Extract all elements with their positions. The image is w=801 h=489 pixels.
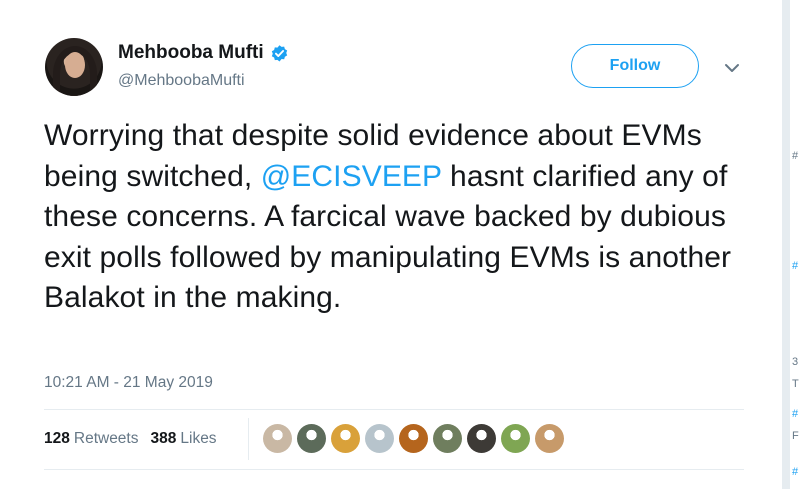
sidebar-fragment: F [792, 430, 799, 442]
retweets-stat[interactable]: 128 Retweets [44, 430, 139, 448]
tweet-card: Mehbooba Mufti @MehboobaMufti Follow Wor… [0, 0, 782, 489]
liker-avatar-5[interactable] [399, 424, 428, 453]
liker-avatar-4[interactable] [365, 424, 394, 453]
author-handle[interactable]: @MehboobaMufti [118, 72, 245, 90]
sidebar-fragment[interactable]: # [792, 150, 798, 162]
author-avatar[interactable] [45, 38, 103, 96]
divider-top [44, 409, 744, 410]
liker-avatar-1[interactable] [263, 424, 292, 453]
follow-button[interactable]: Follow [571, 44, 699, 88]
avatar-face [65, 52, 85, 78]
sidebar-fragment: 3 [792, 356, 799, 368]
retweets-label: Retweets [73, 430, 139, 447]
sidebar-fragment[interactable]: # [792, 408, 798, 420]
mention-link[interactable]: @ECISVEEP [261, 160, 442, 193]
author-name-row[interactable]: Mehbooba Mufti [118, 42, 289, 64]
liker-avatar-3[interactable] [331, 424, 360, 453]
tweet-timestamp[interactable]: 10:21 AM - 21 May 2019 [44, 374, 213, 392]
liker-avatar-6[interactable] [433, 424, 462, 453]
liker-avatars [263, 424, 564, 453]
sidebar-fragment: T [792, 378, 799, 390]
liker-avatar-7[interactable] [467, 424, 496, 453]
likes-label: Likes [180, 430, 217, 447]
stats-separator [248, 418, 249, 460]
sidebar-fragment[interactable]: # [792, 466, 798, 478]
retweets-count: 128 [44, 430, 70, 447]
liker-avatar-9[interactable] [535, 424, 564, 453]
likes-stat[interactable]: 388 Likes [151, 430, 217, 448]
verified-badge-icon [271, 44, 287, 61]
engagement-stats: 128 Retweets 388 Likes [44, 430, 217, 448]
likes-count: 388 [150, 430, 177, 447]
chevron-down-icon[interactable] [724, 63, 740, 73]
liker-avatar-2[interactable] [297, 424, 326, 453]
author-name[interactable]: Mehbooba Mufti [118, 42, 264, 64]
tweet-text: Worrying that despite solid evidence abo… [44, 116, 734, 319]
sidebar-fragment[interactable]: # [792, 260, 798, 272]
divider-bottom [44, 469, 744, 470]
liker-avatar-8[interactable] [501, 424, 530, 453]
